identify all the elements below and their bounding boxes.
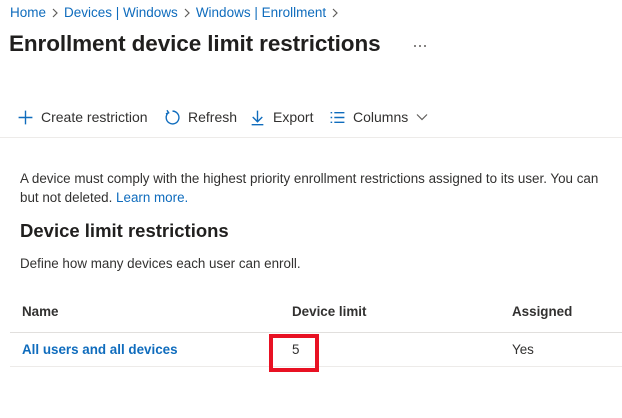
section-subtitle: Define how many devices each user can en…: [20, 256, 301, 271]
description-line-2: but not deleted. Learn more.: [20, 188, 622, 207]
description: A device must comply with the highest pr…: [20, 169, 622, 207]
columns-list-icon: [328, 108, 346, 126]
breadcrumb-devices-windows[interactable]: Devices | Windows: [64, 5, 178, 20]
create-restriction-label: Create restriction: [41, 109, 148, 125]
section-title: Device limit restrictions: [20, 220, 229, 241]
highlight-box: [269, 334, 319, 372]
chevron-right-icon: [46, 5, 64, 20]
restriction-name-link[interactable]: All users and all devices: [22, 342, 178, 357]
more-horizontal-icon: [414, 45, 426, 47]
breadcrumb-windows-enrollment[interactable]: Windows | Enrollment: [196, 5, 326, 20]
assigned-value: Yes: [512, 342, 534, 357]
export-label: Export: [273, 109, 314, 125]
column-header-assigned[interactable]: Assigned: [512, 304, 572, 319]
learn-more-link[interactable]: Learn more.: [116, 190, 188, 205]
plus-icon: [16, 108, 34, 126]
description-line-2-text: but not deleted.: [20, 190, 117, 205]
columns-button[interactable]: Columns: [328, 107, 428, 127]
breadcrumb-home[interactable]: Home: [10, 5, 46, 20]
chevron-right-icon: [178, 5, 196, 20]
chevron-down-icon: [416, 113, 428, 121]
page-title: Enrollment device limit restrictions: [9, 31, 381, 56]
refresh-button[interactable]: Refresh: [163, 107, 237, 127]
more-options-button[interactable]: [411, 38, 429, 54]
breadcrumb: Home Devices | Windows Windows | Enrollm…: [10, 3, 344, 21]
create-restriction-button[interactable]: Create restriction: [16, 107, 148, 127]
chevron-right-icon: [326, 5, 344, 20]
description-line-1: A device must comply with the highest pr…: [20, 171, 599, 186]
download-icon: [248, 108, 266, 126]
columns-label: Columns: [353, 109, 409, 125]
table-header: Name Device limit Assigned: [10, 295, 622, 333]
refresh-icon: [163, 108, 181, 126]
refresh-label: Refresh: [188, 109, 238, 125]
export-button[interactable]: Export: [248, 107, 313, 127]
column-header-name[interactable]: Name: [22, 304, 58, 319]
command-bar: Create restriction Refresh Export Column…: [0, 96, 622, 138]
column-header-device-limit[interactable]: Device limit: [292, 304, 366, 319]
